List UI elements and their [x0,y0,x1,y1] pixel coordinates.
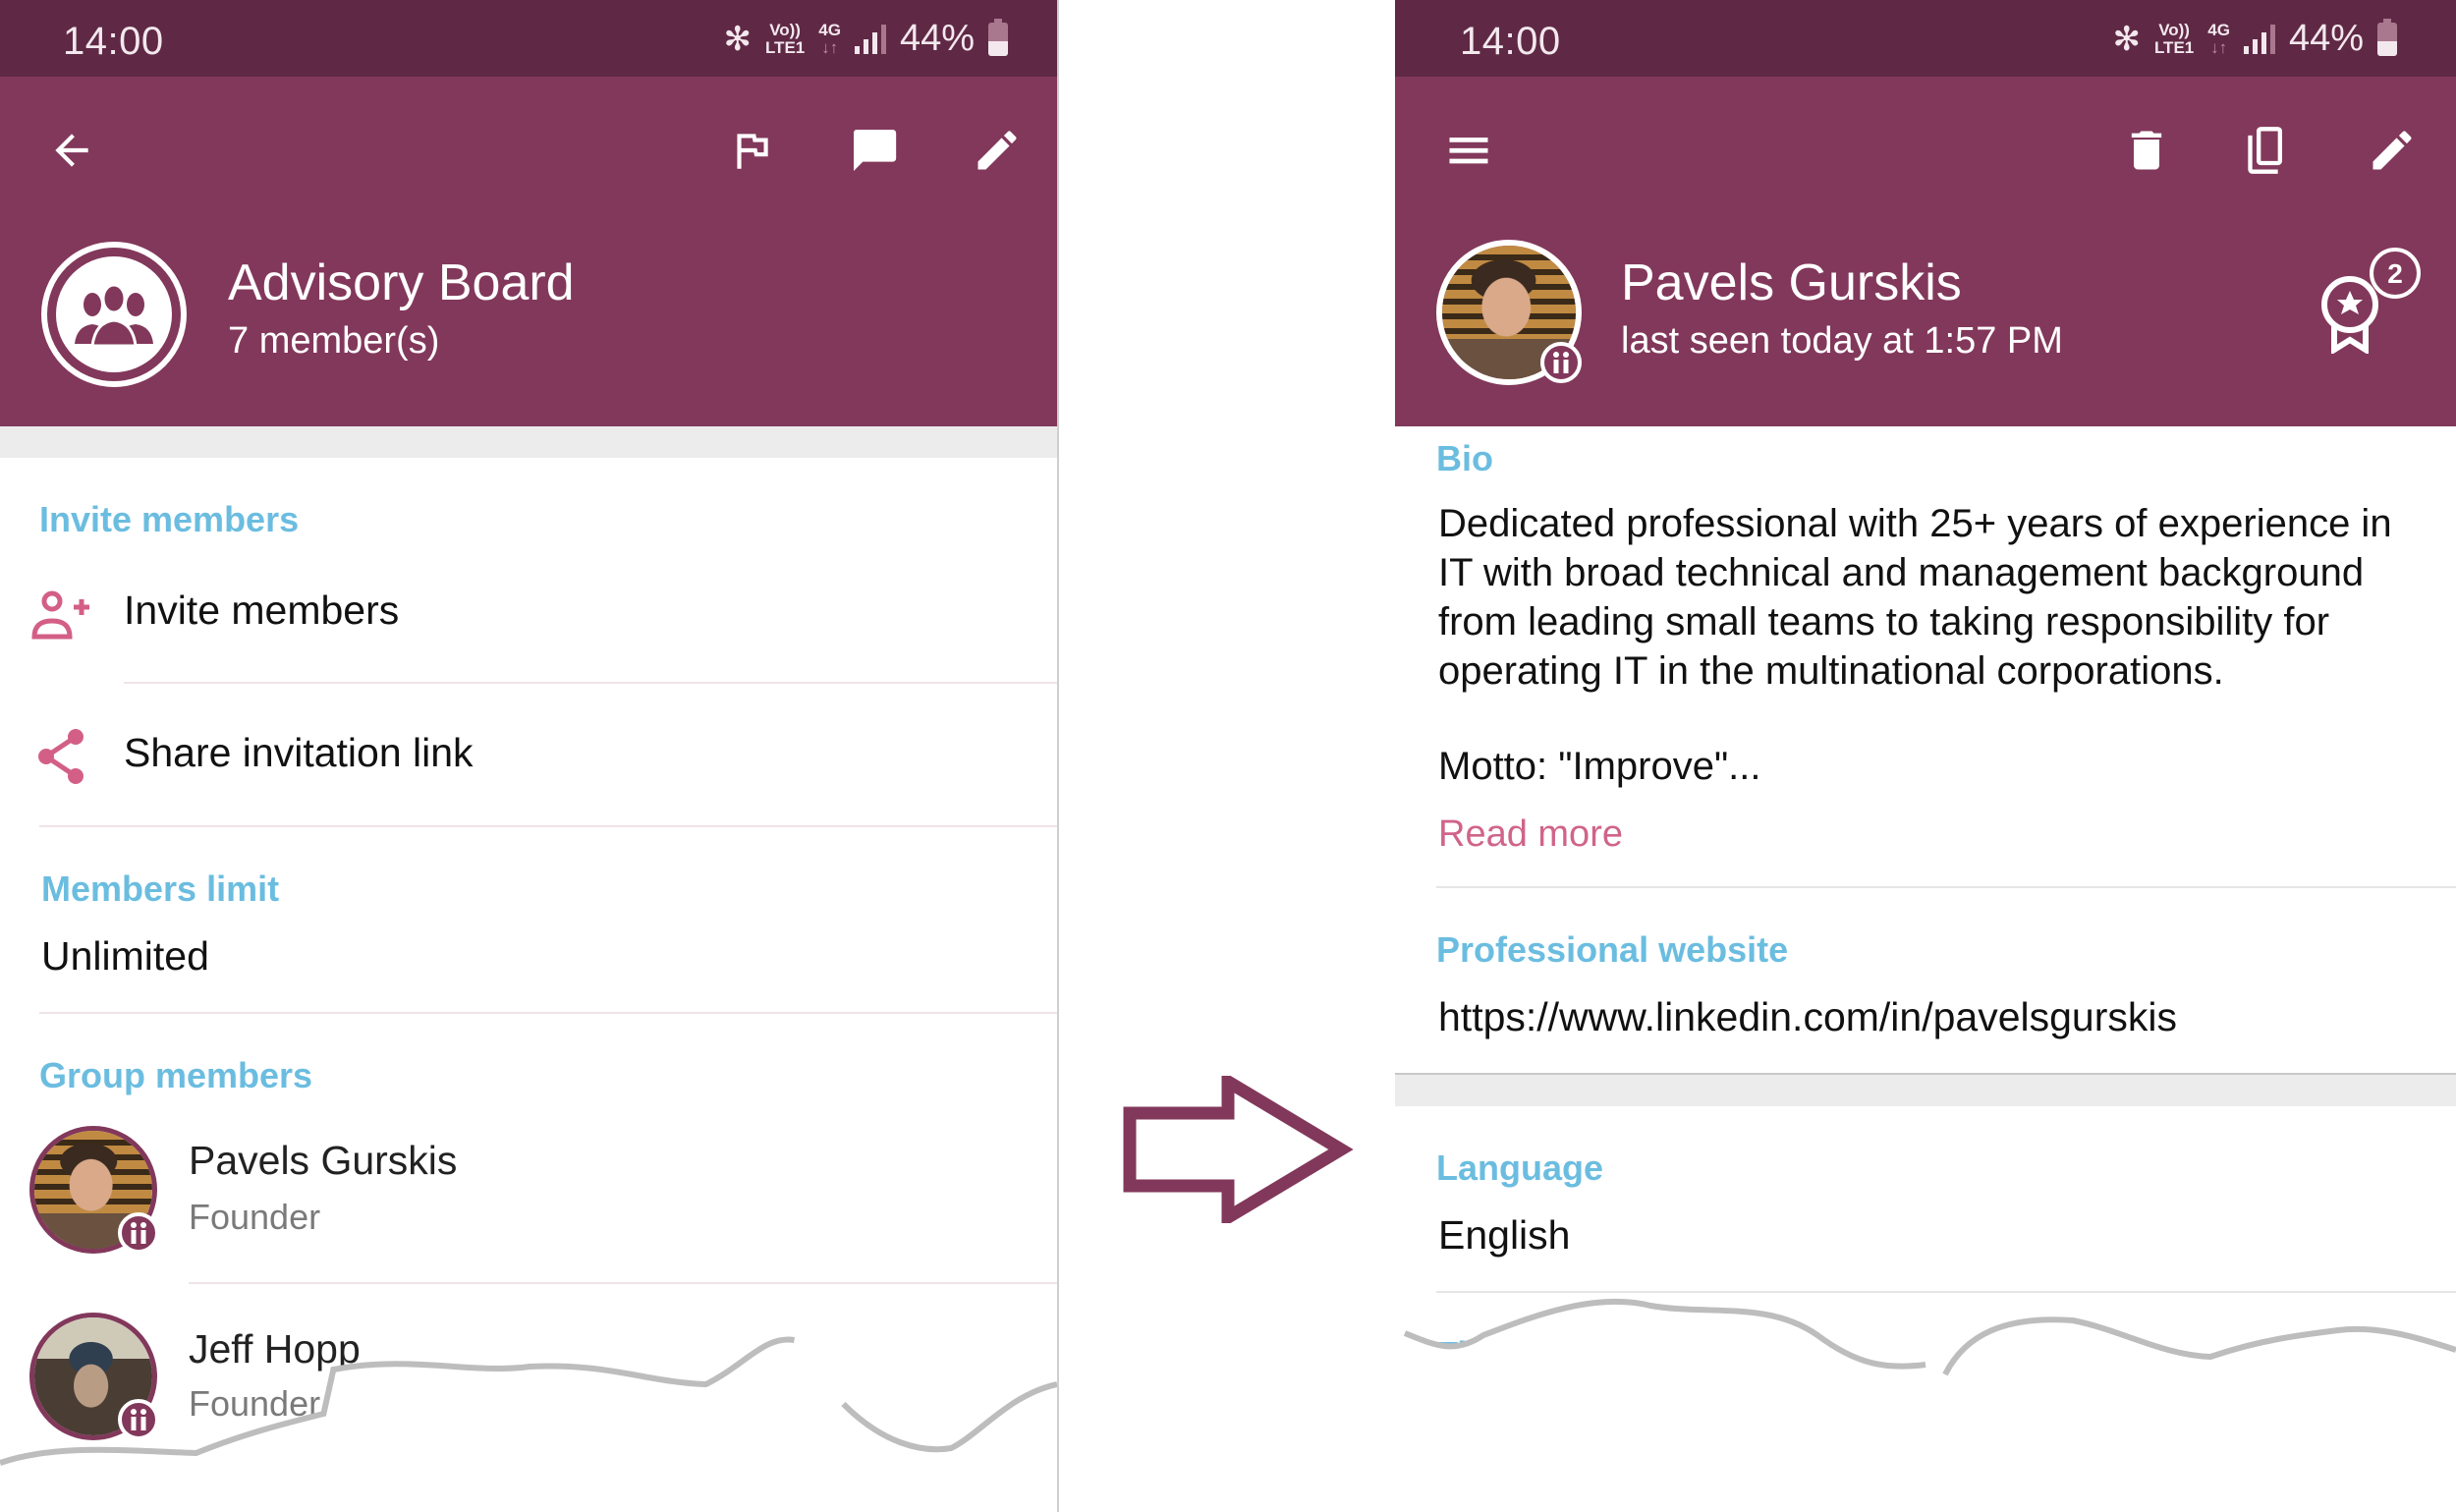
status-time: 14:00 [63,20,164,63]
share-icon [33,727,88,786]
award-count: 2 [2387,258,2403,289]
share-link-label: Share invitation link [124,730,474,775]
founder-badge-icon [1540,342,1582,383]
section-spacer [0,426,1057,458]
status-icons: ✻ Vo)) LTE1 4G ↓↑ 44% [2112,18,2397,60]
divider [1436,1291,2456,1293]
hamburger-menu-icon [1449,138,1488,164]
bio-motto: Motto: "Improve"... [1438,745,1761,788]
delete-button[interactable] [2112,116,2181,185]
member-count: 7 member(s) [228,320,440,362]
chat-button[interactable] [840,116,909,185]
battery-percent: 44% [2288,18,2364,59]
profile-name: Pavels Gurskis [1621,254,1962,311]
torn-edge [0,1336,1057,1512]
chat-bubble-icon [853,130,897,171]
signal-icon [2243,24,2275,54]
divider [1436,886,2456,888]
award-ribbon-icon: 2 [2321,248,2421,354]
back-button[interactable] [37,116,106,185]
pencil-icon [2372,131,2412,170]
group-header: Advisory Board 7 member(s) [0,77,1057,426]
battery-icon [2377,18,2397,56]
status-icons: ✻ Vo)) LTE1 4G ↓↑ 44% [723,18,1008,60]
signal-icon [854,24,886,54]
menu-button[interactable] [1434,116,1503,185]
battery-icon [988,18,1008,56]
report-button[interactable] [717,116,786,185]
member-role: Founder [189,1383,321,1424]
divider [39,1012,1057,1014]
4g-icon: 4G ↓↑ [818,20,841,57]
language-label: Language [1436,1148,1604,1188]
bluetooth-icon: ✻ [2112,20,2141,58]
language-value: English [1438,1212,1571,1258]
member-name: Pavels Gurskis [189,1138,458,1183]
read-more-link[interactable]: Read more [1438,813,1623,856]
member-name: Jeff Hopp [189,1326,361,1372]
group-icon [75,283,153,348]
divider [39,825,1057,827]
status-bar: 14:00 ✻ Vo)) LTE1 4G ↓↑ 44% [1395,0,2456,77]
status-time: 14:00 [1460,20,1561,63]
4g-icon: 4G ↓↑ [2207,20,2230,57]
awards-button[interactable]: 2 [2318,246,2427,354]
copy-icon [2248,127,2282,174]
members-limit-value: Unlimited [41,933,209,979]
profile-screen: 14:00 ✻ Vo)) LTE1 4G ↓↑ 44% Pavels Gurskis… [1395,0,2456,1512]
website-label: Professional website [1436,929,1789,970]
founder-badge-icon [118,1399,159,1440]
bluetooth-icon: ✻ [723,20,752,58]
flag-icon [737,134,768,169]
torn-edge [1395,1298,2456,1512]
invite-section-label: Invite members [39,499,300,539]
group-info-screen: 14:00 ✻ Vo)) LTE1 4G ↓↑ 44% Advisory Boa… [0,0,1059,1512]
bio-label: Bio [1436,438,1493,478]
pencil-icon [977,131,1017,170]
last-seen-status: last seen today at 1:57 PM [1621,320,2063,362]
invite-members-label: Invite members [124,588,400,633]
transition-arrow-icon [1123,1076,1354,1223]
timezone-label: Time zone [1436,1334,1609,1374]
status-bar: 14:00 ✻ Vo)) LTE1 4G ↓↑ 44% [0,0,1057,77]
person-add-icon [29,588,92,643]
member-role: Founder [189,1197,321,1237]
battery-percent: 44% [899,18,975,59]
section-spacer [1395,1073,2456,1106]
divider [124,682,1057,684]
trash-icon [2131,131,2162,170]
group-avatar[interactable] [41,242,187,387]
website-value[interactable]: https://www.linkedin.com/in/pavelsgurski… [1438,994,2177,1040]
arrow-left-icon [55,134,88,167]
founder-badge-icon [118,1212,159,1254]
volte-icon: Vo)) LTE1 [764,20,806,57]
members-limit-label: Members limit [41,868,280,909]
volte-icon: Vo)) LTE1 [2153,20,2195,57]
edit-button[interactable] [2358,116,2427,185]
edit-button[interactable] [963,116,1032,185]
group-title: Advisory Board [228,254,575,311]
bio-text: Dedicated professional with 25+ years of… [1438,502,2392,693]
group-members-label: Group members [39,1055,313,1095]
copy-button[interactable] [2235,116,2304,185]
profile-header: Pavels Gurskis last seen today at 1:57 P… [1395,77,2456,426]
divider [189,1282,1057,1284]
